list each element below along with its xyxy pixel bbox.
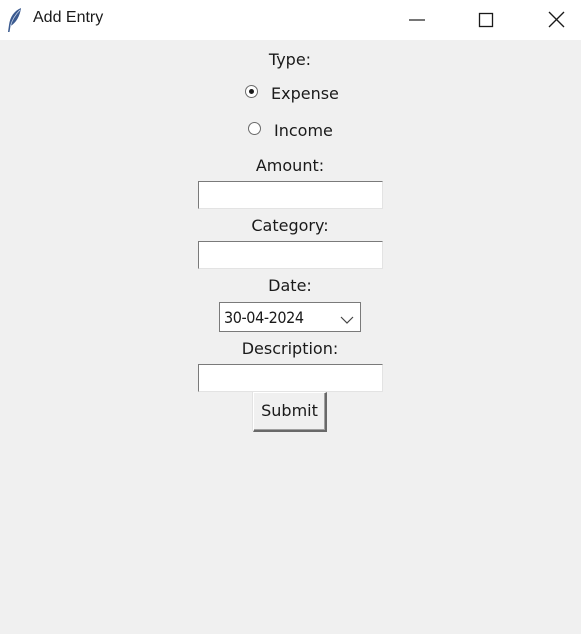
date-value: 30-04-2024 bbox=[224, 308, 304, 327]
maximize-icon bbox=[478, 12, 494, 28]
close-icon bbox=[548, 11, 565, 28]
feather-icon bbox=[6, 7, 24, 33]
description-label: Description: bbox=[241, 339, 339, 358]
window-title: Add Entry bbox=[33, 9, 104, 26]
maximize-button[interactable] bbox=[462, 0, 508, 40]
radio-income-indicator[interactable] bbox=[248, 122, 261, 135]
minimize-icon bbox=[409, 19, 425, 21]
close-button[interactable] bbox=[533, 0, 579, 40]
description-input[interactable] bbox=[198, 364, 383, 392]
date-combobox[interactable]: 30-04-2024 bbox=[219, 302, 361, 332]
submit-button[interactable]: Submit bbox=[253, 392, 327, 432]
amount-input[interactable] bbox=[198, 181, 383, 209]
category-input[interactable] bbox=[198, 241, 383, 269]
category-label: Category: bbox=[251, 216, 329, 235]
type-label: Type: bbox=[268, 50, 312, 69]
date-label: Date: bbox=[268, 276, 312, 295]
radio-income-label: Income bbox=[274, 121, 333, 140]
chevron-down-icon[interactable] bbox=[340, 311, 354, 324]
title-bar: Add Entry bbox=[0, 0, 581, 40]
radio-expense-indicator[interactable] bbox=[245, 85, 258, 98]
radio-expense-label: Expense bbox=[271, 84, 339, 103]
minimize-button[interactable] bbox=[393, 0, 439, 40]
radio-selected-dot bbox=[249, 89, 254, 94]
amount-label: Amount: bbox=[255, 156, 325, 175]
form-area: Type: Expense Income Amount: Category: D… bbox=[0, 40, 581, 634]
